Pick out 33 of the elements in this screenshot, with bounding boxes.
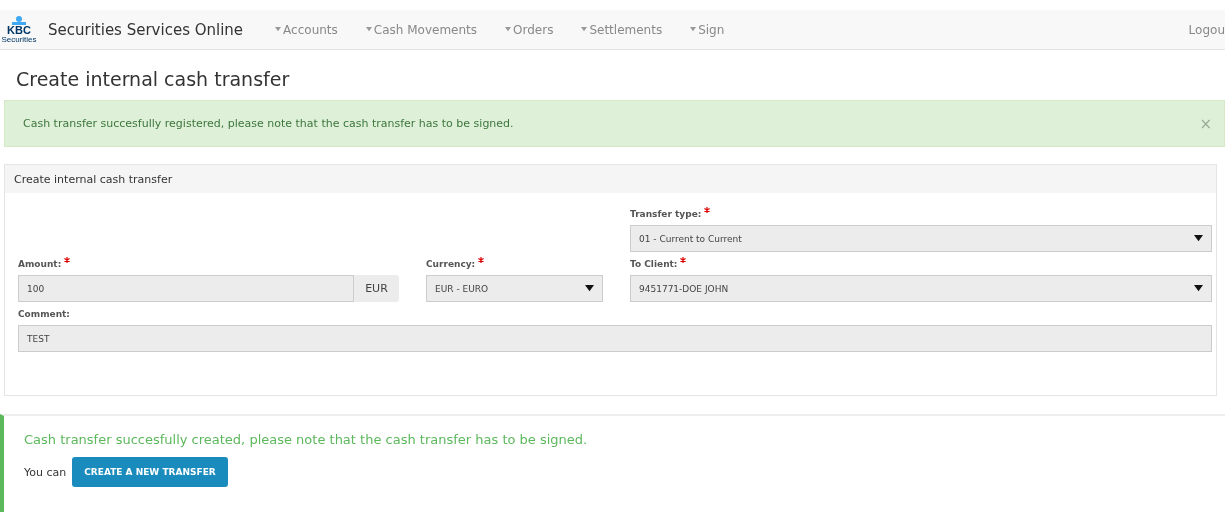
select-field[interactable]: 01 - Current to Current (630, 225, 1212, 252)
field-label: Amount: (18, 259, 62, 269)
caret-icon (581, 27, 588, 32)
caret-icon (275, 27, 282, 32)
amount-field[interactable]: 100 (18, 275, 354, 302)
menu-item[interactable]: Sign (690, 22, 725, 37)
panel-heading: Create internal cash transfer (5, 165, 1216, 193)
field-label: Comment: (18, 309, 70, 319)
menu-item[interactable]: Settlements (581, 22, 663, 37)
caret-icon (690, 27, 697, 32)
field-label: Currency: (426, 259, 476, 269)
alert-text: Cash transfer succesfully registered, please note that the cash transfer has to be signed. (23, 117, 514, 130)
logout-link[interactable]: Logou (1188, 22, 1225, 37)
menu-item[interactable]: Cash Movements (365, 22, 478, 37)
caret-icon (1194, 285, 1203, 292)
comment-field[interactable]: TEST (18, 325, 1212, 352)
select-field[interactable]: EUR - EURO (426, 275, 603, 302)
field-label: Transfer type: (630, 209, 702, 219)
select-field[interactable]: 9451771-DOE JOHN (630, 275, 1212, 302)
callout-text: You can (24, 465, 67, 479)
menu-item[interactable]: Orders (505, 22, 554, 37)
close-button[interactable]: × (1199, 114, 1212, 133)
currency-addon: EUR (354, 275, 399, 302)
page-title: Create internal cash transfer (16, 68, 291, 90)
caret-icon (1194, 235, 1203, 242)
create-transfer-button[interactable]: CREATE A NEW TRANSFER (72, 457, 228, 487)
caret-icon (585, 285, 594, 292)
caret-icon (365, 27, 372, 32)
field-label: To Client: (630, 259, 678, 269)
brand-title[interactable]: Securities Services Online (48, 20, 244, 39)
caret-icon (505, 27, 512, 32)
menu-item[interactable]: Accounts (275, 22, 338, 37)
callout-message: Cash transfer succesfully created, please note that the cash transfer has to be signed. (24, 432, 589, 447)
